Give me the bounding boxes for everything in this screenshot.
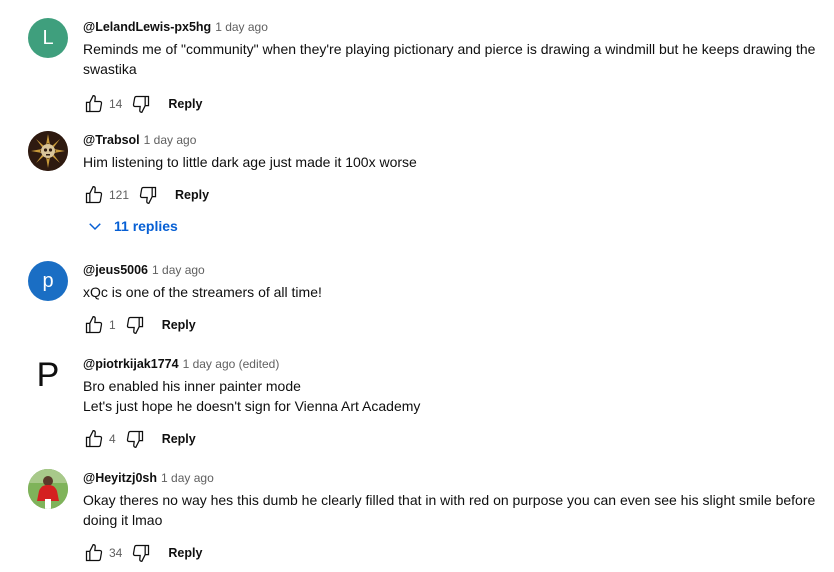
thumbs-down-icon [139,186,157,204]
comment-time[interactable]: 1 day ago [161,471,214,485]
dislike-button[interactable] [130,542,152,564]
comment-author[interactable]: @LelandLewis-px5hg [83,20,211,34]
avatar[interactable] [28,469,68,509]
comment-time[interactable]: 1 day ago [152,263,205,277]
thumbs-down-icon [126,430,143,448]
thumbs-down-icon [133,95,150,113]
like-button[interactable] [83,314,105,336]
thumbs-up-icon [85,186,103,204]
dislike-button[interactable] [124,314,146,336]
comment-actions: 34 Reply [83,541,820,565]
dislike-button[interactable] [130,93,152,115]
comment-actions: 1 Reply [83,313,820,337]
like-count: 14 [109,97,123,111]
reply-button[interactable]: Reply [168,97,202,111]
comment-text: xQc is one of the streamers of all time! [83,282,820,302]
chevron-down-icon [86,217,104,235]
comment-text-line: Okay theres no way hes this dumb he clea… [83,492,816,508]
like-button[interactable] [83,93,105,115]
comment-text: Him listening to little dark age just ma… [83,152,820,172]
comment-time[interactable]: 1 day ago (edited) [183,357,280,371]
reply-button[interactable]: Reply [162,318,196,332]
thumbs-up-icon [85,544,103,562]
comment-text-line: Him listening to little dark age just ma… [83,154,417,170]
avatar[interactable] [28,131,68,171]
comment-author[interactable]: @Heyitzj0sh [83,471,157,485]
thumbs-up-icon [85,430,103,448]
comment-text-line: Let's just hope he doesn't sign for Vien… [83,398,421,414]
thumbs-up-icon [85,316,103,334]
comment-author[interactable]: @piotrkijak1774 [83,357,179,371]
comment-text-line: xQc is one of the streamers of all time! [83,284,322,300]
dislike-button[interactable] [137,184,159,206]
comment-time[interactable]: 1 day ago [215,20,268,34]
comment-text: Bro enabled his inner painter mode Let's… [83,376,820,416]
comment-text-line: doing it lmao [83,512,163,528]
comment-text-line: Reminds me of "community" when they're p… [83,41,816,57]
comment-actions: 121 Reply [83,183,820,207]
reply-button[interactable]: Reply [162,432,196,446]
view-replies-button[interactable]: 11 replies [86,217,178,235]
replies-count-label: 11 replies [114,218,178,234]
comment-text: Okay theres no way hes this dumb he clea… [83,490,820,530]
comment-text-line: Bro enabled his inner painter mode [83,378,301,394]
reply-button[interactable]: Reply [168,546,202,560]
like-count: 34 [109,546,123,560]
avatar[interactable]: P [28,355,68,395]
avatar-letter: L [42,26,54,49]
avatar[interactable]: p [28,261,68,301]
footballer-photo-icon [28,469,68,509]
like-button[interactable] [83,542,105,564]
like-button[interactable] [83,428,105,450]
reply-button[interactable]: Reply [175,188,209,202]
comment-time[interactable]: 1 day ago [144,133,197,147]
avatar-letter: p [42,269,54,292]
like-count: 1 [109,318,116,332]
comment-author[interactable]: @Trabsol [83,133,140,147]
thumbs-down-icon [133,544,150,562]
comment-actions: 14 Reply [83,92,820,116]
comment-text-line: swastika [83,61,137,77]
avatar[interactable]: L [28,18,68,58]
like-count: 4 [109,432,116,446]
thumbs-down-icon [126,316,143,334]
avatar-letter: P [36,355,60,394]
thumbs-up-icon [85,95,103,113]
like-count: 121 [109,188,130,202]
comment-author[interactable]: @jeus5006 [83,263,148,277]
comment-text: Reminds me of "community" when they're p… [83,39,820,79]
like-button[interactable] [83,184,105,206]
skull-emblem-icon [28,131,68,171]
comment-actions: 4 Reply [83,427,820,451]
dislike-button[interactable] [124,428,146,450]
